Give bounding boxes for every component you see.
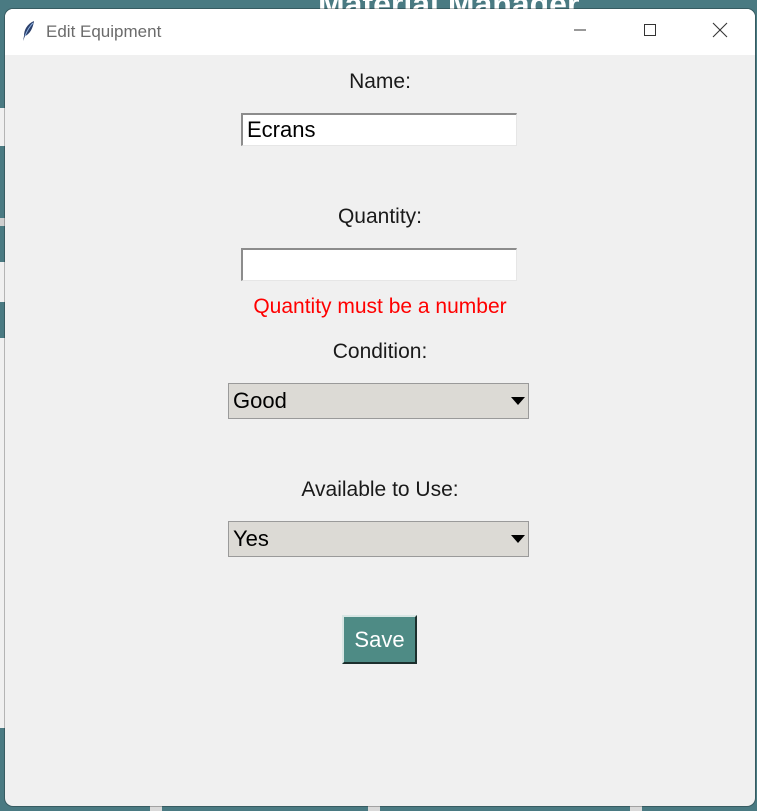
available-label: Available to Use: [301, 478, 459, 501]
quantity-label: Quantity: [337, 205, 423, 228]
name-input[interactable] [241, 113, 517, 146]
close-button[interactable] [685, 9, 755, 55]
condition-label: Condition: [332, 340, 428, 363]
maximize-icon [643, 23, 657, 42]
maximize-button[interactable] [615, 9, 685, 55]
close-icon [712, 22, 728, 43]
edit-equipment-dialog: Edit Equipment Name: Quantity: Quantity … [5, 9, 755, 806]
save-button[interactable]: Save [342, 615, 417, 664]
quantity-error-message: Quantity must be a number [253, 295, 507, 318]
quantity-input[interactable] [241, 248, 517, 281]
feather-icon [21, 20, 37, 42]
dropdown-arrow-icon[interactable] [507, 522, 528, 556]
available-selected-value: Yes [233, 526, 269, 551]
dropdown-arrow-icon[interactable] [507, 384, 528, 418]
available-select[interactable]: Yes [228, 521, 529, 557]
name-label: Name: [349, 70, 411, 93]
condition-selected-value: Good [233, 388, 287, 413]
minimize-button[interactable] [545, 9, 615, 55]
condition-select[interactable]: Good [228, 383, 529, 419]
window-title: Edit Equipment [46, 22, 162, 41]
minimize-icon [573, 23, 587, 42]
title-bar[interactable]: Edit Equipment [5, 9, 755, 55]
